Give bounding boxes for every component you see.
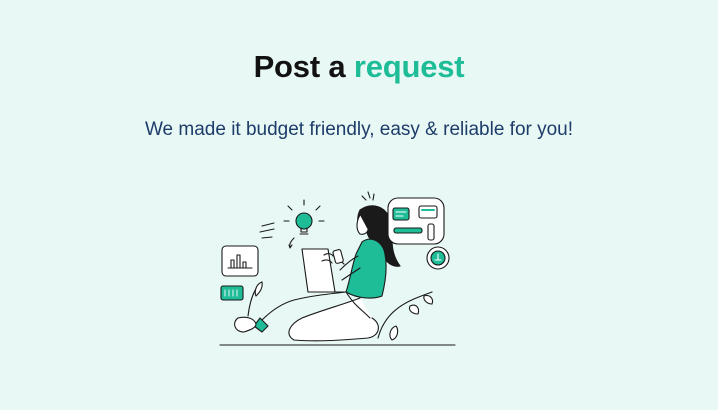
woman-with-laptop-illustration [219,191,456,346]
woman-legs [288,297,379,342]
chart-card-icon [221,245,259,277]
location-pin-icon [426,246,450,270]
page-title-prefix: Post a [253,49,346,84]
woman-shoe [234,316,257,333]
post-request-panel: Post a request We made it budget friendl… [0,0,718,410]
lightbulb-icon [283,199,325,249]
page-title: Post a request [0,47,718,87]
motion-lines [259,222,275,239]
shout-marks [361,191,375,201]
phone-icon [332,249,344,264]
woman-sweater [345,238,387,299]
page-subtitle: We made it budget friendly, easy & relia… [144,119,574,140]
dashboard-card-icon [387,197,445,245]
keypad-card-icon [220,285,244,301]
left-plant-leaf [254,281,263,297]
page-title-accent: request [353,49,465,84]
